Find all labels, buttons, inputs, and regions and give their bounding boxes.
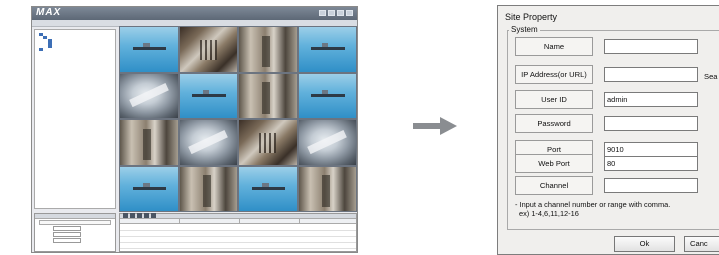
ok-button[interactable]: Ok (614, 236, 675, 252)
bottom-panels (34, 213, 357, 252)
camera-view-dish[interactable] (298, 120, 356, 165)
camera-view-sea[interactable] (298, 73, 356, 118)
channel-row: Channel (515, 176, 719, 195)
ip-address-row: IP Address(or URL) (515, 65, 719, 84)
event-log-columns (120, 219, 356, 224)
play-icon[interactable] (123, 213, 128, 218)
camera-view-street[interactable] (239, 73, 297, 118)
status-field[interactable] (53, 238, 81, 243)
camera-view-street[interactable] (179, 166, 237, 211)
close-icon[interactable] (346, 10, 353, 16)
status-field[interactable] (53, 226, 81, 231)
camera-grid (119, 26, 357, 212)
status-row (35, 238, 115, 243)
column-header[interactable] (180, 219, 240, 223)
camera-view-sea[interactable] (239, 166, 297, 211)
screenshot-stage: MAX Site Property System Name IP Address… (0, 0, 719, 255)
camera-icon (48, 45, 52, 48)
camera-view-sea[interactable] (120, 27, 178, 72)
dialog-title: Site Property (505, 12, 558, 22)
window-controls (319, 10, 353, 16)
camera-view-dish[interactable] (179, 120, 237, 165)
name-label: Name (515, 37, 593, 56)
site-property-dialog: Site Property System Name IP Address(or … (497, 5, 719, 255)
web-port-label: Web Port (515, 154, 593, 173)
status-row (35, 232, 115, 237)
event-log-panel (119, 213, 357, 252)
user-id-row: User ID admin (515, 90, 719, 109)
status-box (39, 220, 111, 225)
channel-hint: - Input a channel number or range with c… (515, 200, 719, 218)
status-panel (34, 213, 116, 252)
user-id-input[interactable]: admin (604, 92, 698, 107)
status-field[interactable] (53, 232, 81, 237)
window-titlebar: MAX (32, 7, 357, 20)
camera-view-gate[interactable] (179, 27, 237, 72)
app-logo: MAX (36, 7, 62, 18)
event-log-tools (123, 213, 156, 218)
site-tree-pane (34, 29, 116, 209)
table-row[interactable] (120, 243, 356, 249)
camera-view-street[interactable] (239, 27, 297, 72)
password-label: Password (515, 114, 593, 133)
web-port-row: Web Port 80 (515, 154, 719, 173)
event-log-rows (120, 225, 356, 249)
ip-address-input[interactable] (604, 67, 698, 82)
camera-view-dish[interactable] (120, 73, 178, 118)
site-icon (43, 36, 47, 39)
name-row: Name (515, 37, 719, 56)
password-input[interactable] (604, 116, 698, 131)
maximize-icon[interactable] (328, 10, 335, 16)
status-row (35, 226, 115, 231)
channel-hint-line: - Input a channel number or range with c… (515, 200, 671, 209)
search-button[interactable]: Sea (704, 72, 718, 81)
user-id-label: User ID (515, 90, 593, 109)
camera-view-street[interactable] (120, 120, 178, 165)
site-icon (39, 48, 43, 51)
settings-icon[interactable] (337, 10, 344, 16)
right-arrow-icon (413, 117, 457, 135)
name-input[interactable] (604, 39, 698, 54)
cancel-button[interactable]: Canc (684, 236, 719, 252)
camera-view-street[interactable] (298, 166, 356, 211)
camera-view-sea[interactable] (120, 166, 178, 211)
tree-node[interactable] (39, 48, 115, 51)
ip-address-label: IP Address(or URL) (515, 65, 593, 84)
camera-view-gate[interactable] (239, 120, 297, 165)
record-icon[interactable] (130, 213, 135, 218)
filter-icon[interactable] (151, 213, 156, 218)
camera-view-sea[interactable] (298, 27, 356, 72)
search-icon[interactable] (144, 213, 149, 218)
channel-label: Channel (515, 176, 593, 195)
camera-view-sea[interactable] (179, 73, 237, 118)
nvr-client-window: MAX (31, 6, 358, 253)
web-port-input[interactable]: 80 (604, 156, 698, 171)
column-header[interactable] (240, 219, 300, 223)
snapshot-icon[interactable] (137, 213, 142, 218)
column-header[interactable] (120, 219, 180, 223)
channel-hint-example: ex) 1-4,6,11,12-16 (519, 209, 579, 218)
system-group-label: System (509, 25, 540, 34)
password-row: Password (515, 114, 719, 133)
channel-input[interactable] (604, 178, 698, 193)
minimize-icon[interactable] (319, 10, 326, 16)
status-panel-header (35, 214, 115, 219)
site-tree (35, 30, 115, 51)
